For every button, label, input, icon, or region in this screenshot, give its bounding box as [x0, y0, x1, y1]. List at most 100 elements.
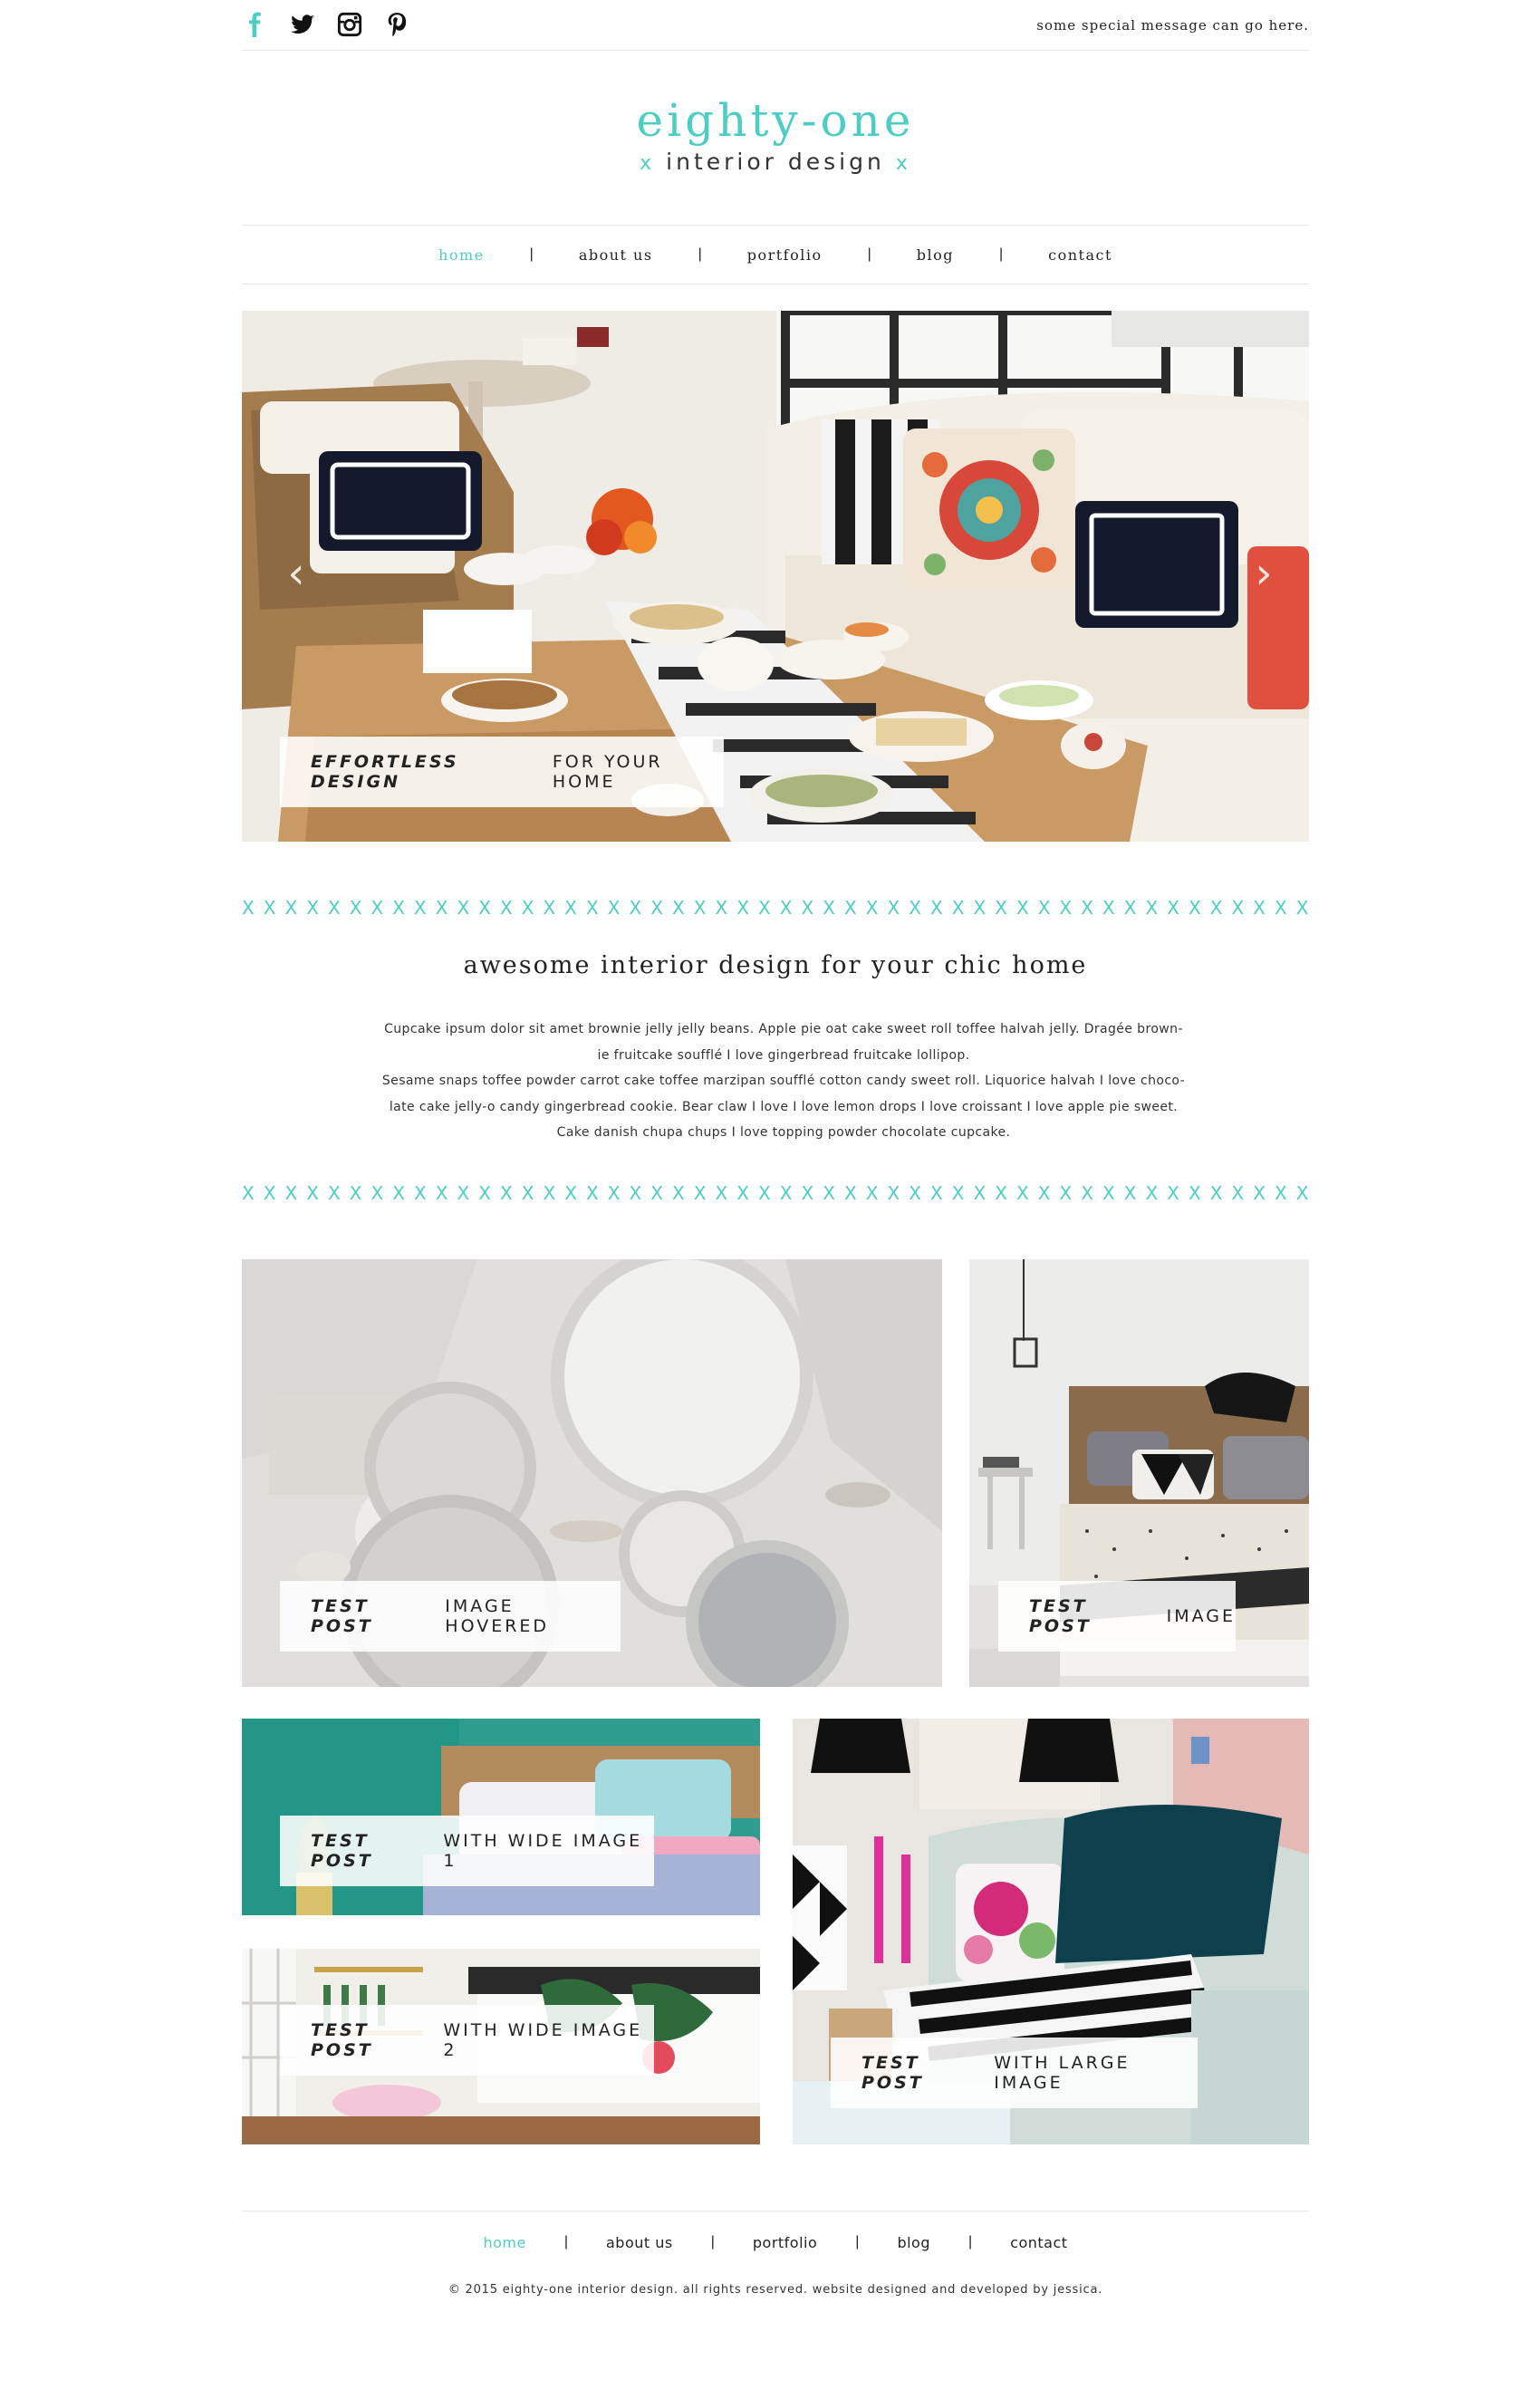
x-divider-mark: X: [242, 897, 255, 919]
x-divider-mark: X: [951, 897, 965, 919]
x-divider-mark: X: [392, 897, 405, 919]
footer-nav-home[interactable]: home: [445, 2234, 563, 2251]
x-divider-mark: X: [1059, 1182, 1073, 1204]
facebook-icon[interactable]: [242, 11, 269, 38]
x-divider-mark: X: [1209, 897, 1223, 919]
intro-line: Cake danish chupa chups I love topping p…: [556, 1125, 1011, 1140]
x-divider-mark: X: [715, 897, 728, 919]
x-divider-mark: X: [1295, 1182, 1309, 1204]
x-divider-mark: X: [1189, 897, 1201, 919]
x-divider-mark: X: [242, 1182, 255, 1204]
x-divider-mark: X: [1059, 897, 1073, 919]
x-divider-mark: X: [693, 897, 707, 919]
x-divider-mark: X: [887, 897, 900, 919]
nav-home[interactable]: home: [393, 246, 530, 264]
x-divider-mark: X: [951, 1182, 965, 1204]
x-divider-mark: X: [1123, 1182, 1137, 1204]
x-divider-mark: X: [865, 897, 879, 919]
footer-nav-about-us[interactable]: about us: [568, 2234, 711, 2251]
x-divider-mark: X: [1253, 897, 1266, 919]
nav-about-us[interactable]: about us: [534, 246, 698, 264]
x-divider-mark: X: [1037, 897, 1051, 919]
x-divider-mark: X: [1081, 897, 1093, 919]
x-divider-mark: X: [564, 1182, 577, 1204]
x-divider-mark: X: [693, 1182, 707, 1204]
nav-contact[interactable]: contact: [1003, 246, 1158, 264]
x-divider-mark: X: [973, 897, 987, 919]
post-card[interactable]: TEST POST WITH WIDE IMAGE 1: [242, 1719, 760, 1915]
intro-heading: awesome interior design for your chic ho…: [463, 951, 1088, 979]
x-divider-mark: X: [650, 1182, 663, 1204]
x-divider-mark: X: [1102, 897, 1115, 919]
slider-prev-arrow[interactable]: ‹: [278, 548, 314, 599]
post-card[interactable]: TEST POST IMAGE: [969, 1259, 1309, 1687]
x-divider-mark: X: [328, 897, 341, 919]
post-caption-rest: IMAGE: [1166, 1606, 1236, 1626]
x-divider-mark: X: [801, 897, 814, 919]
x-divider-mark: X: [1145, 1182, 1159, 1204]
x-divider-mark: X: [801, 1182, 814, 1204]
post-caption: TEST POST WITH LARGE IMAGE: [831, 2038, 1198, 2108]
x-divider-mark: X: [435, 1182, 448, 1204]
x-divider-mark: X: [263, 1182, 276, 1204]
x-divider-mark: X: [543, 897, 556, 919]
x-divider-mark: X: [1209, 1182, 1223, 1204]
instagram-icon[interactable]: [336, 11, 363, 38]
x-divider-mark: X: [736, 897, 749, 919]
logo-x-right: x: [895, 152, 911, 175]
post-caption-rest: IMAGE HOVERED: [445, 1596, 550, 1636]
x-divider-mark: X: [586, 897, 599, 919]
x-divider-mark: X: [521, 897, 534, 919]
x-divider-mark: X: [284, 897, 298, 919]
x-divider-mark: X: [629, 1182, 642, 1204]
post-caption-bold: TEST POST: [1029, 1596, 1092, 1636]
x-divider-mark: X: [500, 1182, 513, 1204]
x-divider-mark: X: [930, 897, 943, 919]
logo-title: eighty-one: [636, 94, 915, 147]
x-divider-mark: X: [887, 1182, 900, 1204]
x-divider-mark: X: [1081, 1182, 1093, 1204]
x-divider-mark: X: [349, 897, 362, 919]
x-divider-mark: X: [1167, 1182, 1179, 1204]
intro-line: Sesame snaps toffee powder carrot cake t…: [381, 1074, 1186, 1088]
hero-caption[interactable]: EFFORTLESS DESIGN FOR YOUR HOME: [280, 737, 724, 807]
hero-caption-bold: EFFORTLESS DESIGN: [311, 752, 459, 792]
post-card-hovered[interactable]: TEST POST IMAGE HOVERED: [242, 1259, 942, 1687]
intro-paragraph: Cupcake ipsum dolor sit amet brownie jel…: [380, 1016, 1187, 1146]
hero-slider[interactable]: ‹ › EFFORTLESS DESIGN FOR YOUR HOME: [242, 311, 1309, 842]
twitter-icon[interactable]: [289, 11, 316, 38]
x-divider-mark: X: [672, 897, 685, 919]
x-divider-mark: X: [865, 1182, 879, 1204]
x-divider-mark: X: [629, 897, 642, 919]
pinterest-icon[interactable]: [383, 11, 410, 38]
social-links: [242, 11, 410, 38]
nav-portfolio[interactable]: portfolio: [702, 246, 868, 264]
post-caption-bold: TEST POST: [861, 2053, 924, 2093]
x-divider-mark: X: [844, 1182, 857, 1204]
x-divider-mark: X: [1167, 897, 1179, 919]
x-divider-mark: X: [1016, 897, 1029, 919]
x-divider-mark: X: [1102, 1182, 1115, 1204]
x-divider-mark: X: [1275, 897, 1287, 919]
x-divider-mark: X: [500, 897, 513, 919]
x-divider-mark: X: [457, 1182, 470, 1204]
x-divider-mark: X: [392, 1182, 405, 1204]
post-caption: TEST POST IMAGE: [998, 1581, 1236, 1652]
x-divider-mark: X: [1231, 1182, 1245, 1204]
post-caption-bold: TEST POST: [311, 1831, 373, 1871]
copyright: © 2015 eighty-one interior design. all r…: [448, 2283, 1103, 2297]
post-caption-rest: WITH LARGE IMAGE: [994, 2053, 1131, 2093]
slider-next-arrow[interactable]: ›: [1246, 548, 1282, 599]
footer-nav-blog[interactable]: blog: [859, 2234, 968, 2251]
x-divider-mark: X: [1123, 897, 1137, 919]
footer-nav-contact[interactable]: contact: [972, 2234, 1105, 2251]
site-logo[interactable]: eighty-one x interior design x: [242, 51, 1309, 225]
x-divider-mark: X: [844, 897, 857, 919]
post-card[interactable]: TEST POST WITH WIDE IMAGE 2: [242, 1949, 760, 2144]
nav-blog[interactable]: blog: [871, 246, 999, 264]
footer-nav-portfolio[interactable]: portfolio: [715, 2234, 855, 2251]
post-card[interactable]: TEST POST WITH LARGE IMAGE: [793, 1719, 1309, 2144]
x-divider-mark: X: [758, 1182, 771, 1204]
x-divider-mark: X: [328, 1182, 341, 1204]
x-divider-mark: X: [521, 1182, 534, 1204]
